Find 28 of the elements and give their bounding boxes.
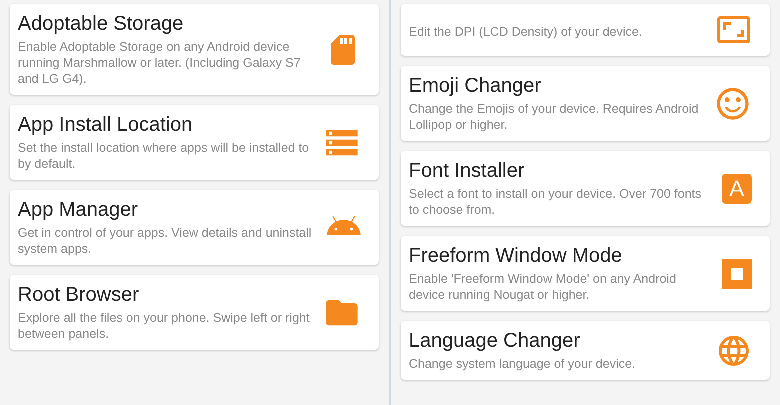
font-icon: A xyxy=(722,174,752,204)
card-description: Enable Adoptable Storage on any Android device running Marshmallow or later. (Including Galaxy S7 and LG G4). xyxy=(18,39,302,87)
tool-card[interactable]: Adoptable Storage Enable Adoptable Storage on any Android device running Marshmallow or later. (Including Galaxy S7 and LG G4). xyxy=(10,4,379,95)
tool-card[interactable]: Root Browser Explore all the files on your phone. Swipe left or right between panels. xyxy=(10,275,379,350)
tool-card[interactable]: App Manager Get in control of your apps. View details and uninstall system apps. xyxy=(10,190,379,265)
tool-card[interactable]: Language Changer Change system language of your device. xyxy=(401,321,770,380)
card-description: Explore all the files on your phone. Swipe left or right between panels. xyxy=(18,310,311,342)
card-description: Set the install location where apps will be installed to by default. xyxy=(18,140,310,172)
card-description: Enable 'Freeform Window Mode' on any Android device running Nougat or higher. xyxy=(409,271,678,303)
tool-card[interactable]: Freeform Window Mode Enable 'Freeform Window Mode' on any Android device running Nougat or higher. xyxy=(401,236,770,311)
window-icon xyxy=(722,258,752,288)
card-title: Font Installer xyxy=(409,159,526,183)
card-title: App Install Location xyxy=(18,113,194,137)
card-title: Emoji Changer xyxy=(409,74,542,98)
card-title: Adoptable Storage xyxy=(18,12,185,36)
tool-card[interactable]: Emoji Changer Change the Emojis of your device. Requires Android Lollipop or higher. xyxy=(401,66,770,141)
tool-card[interactable]: Font Installer Select a font to install on your device. Over 700 fonts to choose from. A xyxy=(401,151,770,226)
card-title: Language Changer xyxy=(409,329,582,353)
card-title: Freeform Window Mode xyxy=(409,244,624,268)
tool-card[interactable]: Edit the DPI (LCD Density) of your device. xyxy=(401,4,770,56)
card-description: Change the Emojis of your device. Requires Android Lollipop or higher. xyxy=(409,101,700,133)
card-description: Select a font to install on your device. Over 700 fonts to choose from. xyxy=(409,186,703,218)
card-description: Edit the DPI (LCD Density) of your device. xyxy=(409,24,642,40)
tool-card[interactable]: App Install Location Set the install location where apps will be installed to by default. xyxy=(10,105,379,180)
card-title: Root Browser xyxy=(18,283,140,307)
card-description: Change system language of your device. xyxy=(409,356,636,372)
card-title: App Manager xyxy=(18,198,140,222)
card-description: Get in control of your apps. View details and uninstall system apps. xyxy=(18,225,313,257)
